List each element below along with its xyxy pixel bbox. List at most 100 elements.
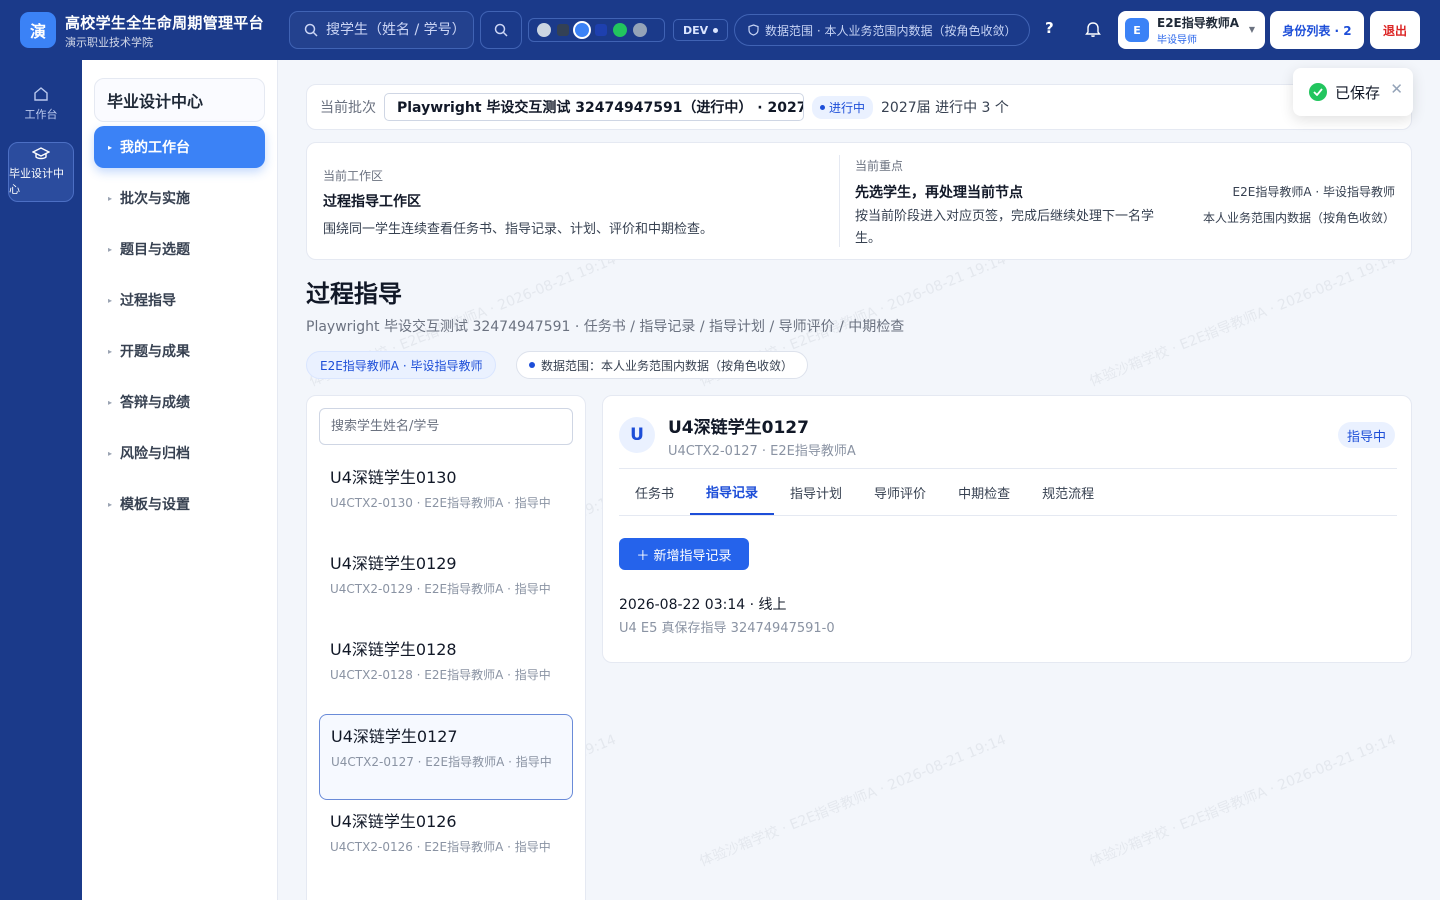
section-nav-title: 毕业设计中心 bbox=[94, 78, 265, 122]
toast-saved: 已保存 ✕ bbox=[1293, 68, 1413, 116]
student-name: U4深链学生0127 bbox=[331, 727, 458, 746]
top-bar: 演 高校学生全生命周期管理平台 演示职业技术学院 DEV 数据范围 · 本人业务… bbox=[0, 0, 1440, 60]
env-tag-label: DEV bbox=[683, 23, 709, 37]
shield-icon bbox=[748, 24, 759, 36]
student-search-input[interactable] bbox=[319, 408, 573, 445]
global-search-input[interactable] bbox=[326, 22, 456, 38]
toast-text: 已保存 bbox=[1335, 83, 1381, 102]
app-logo: 演 bbox=[20, 12, 56, 48]
watermark-text: 体验沙箱学校 · E2E指导教师A · 2026-08-21 19:14 bbox=[1087, 731, 1399, 870]
search-icon bbox=[304, 23, 318, 37]
user-role: 毕设导师 bbox=[1157, 35, 1197, 46]
nav-item-proposal[interactable]: ▸ 开题与成果 bbox=[94, 330, 265, 372]
batch-select[interactable]: Playwright 毕设交互测试 32474947591（进行中） · 202… bbox=[384, 93, 804, 121]
workspace-desc: 围绕同一学生连续查看任务书、指导记录、计划、评价和中期检查。 bbox=[323, 222, 714, 237]
batch-bar: 当前批次 Playwright 毕设交互测试 32474947591（进行中） … bbox=[306, 84, 1412, 130]
user-switcher[interactable]: E E2E指导教师A 毕设导师 ▼ bbox=[1118, 11, 1265, 49]
nav-item-label: 风险与归档 bbox=[120, 446, 191, 462]
graduation-cap-icon bbox=[32, 147, 50, 160]
tab-task-book[interactable]: 任务书 bbox=[619, 469, 690, 515]
status-badge-label: 进行中 bbox=[829, 100, 866, 115]
nav-item-topics[interactable]: ▸ 题目与选题 bbox=[94, 228, 265, 270]
env-tag: DEV bbox=[673, 19, 729, 41]
scope-chip: 数据范围：本人业务范围内数据（按角色收敛） bbox=[516, 351, 809, 379]
student-detail-name: U4深链学生0127 bbox=[668, 418, 809, 438]
theme-dot-selected[interactable] bbox=[575, 23, 589, 37]
nav-item-risk[interactable]: ▸ 风险与归档 bbox=[94, 432, 265, 474]
nav-item-my-workbench[interactable]: ▸ 我的工作台 bbox=[94, 126, 265, 168]
close-icon[interactable]: ✕ bbox=[1390, 80, 1403, 98]
batch-info: 2027届 进行中 3 个 bbox=[881, 100, 1009, 116]
tab-midterm-check[interactable]: 中期检查 bbox=[942, 469, 1026, 515]
add-guidance-record-button[interactable]: ＋ 新增指导记录 bbox=[619, 538, 749, 570]
home-icon bbox=[34, 87, 48, 101]
student-meta: U4CTX2-0130 · E2E指导教师A · 指导中 bbox=[330, 496, 551, 510]
student-list-panel: U4深链学生0130 U4CTX2-0130 · E2E指导教师A · 指导中 … bbox=[306, 395, 586, 900]
theme-dot[interactable] bbox=[537, 23, 551, 37]
tab-guidance-plan[interactable]: 指导计划 bbox=[774, 469, 858, 515]
caret-right-icon: ▸ bbox=[108, 499, 113, 509]
rail-item-workbench[interactable]: 工作台 bbox=[8, 74, 74, 134]
brand: 高校学生全生命周期管理平台 演示职业技术学院 bbox=[65, 12, 264, 50]
user-info: E2E指导教师A 毕设导师 bbox=[1157, 14, 1239, 46]
bell-icon[interactable] bbox=[1085, 20, 1101, 42]
focus-title: 先选学生，再处理当前节点 bbox=[855, 185, 1023, 201]
search-button[interactable] bbox=[480, 11, 522, 49]
user-name: E2E指导教师A bbox=[1157, 16, 1240, 30]
nav-item-templates[interactable]: ▸ 模板与设置 bbox=[94, 483, 265, 525]
nav-item-defense[interactable]: ▸ 答辩与成绩 bbox=[94, 381, 265, 423]
role-chip: E2E指导教师A · 毕设指导教师 bbox=[306, 351, 497, 379]
detail-tabs: 任务书 指导记录 指导计划 导师评价 中期检查 规范流程 bbox=[619, 468, 1397, 516]
student-list-item[interactable]: U4深链学生0126 U4CTX2-0126 · E2E指导教师A · 指导中 bbox=[319, 800, 573, 886]
theme-switcher[interactable] bbox=[528, 18, 665, 42]
avatar: E bbox=[1125, 18, 1149, 42]
theme-dot[interactable] bbox=[595, 24, 607, 36]
nav-item-batch[interactable]: ▸ 批次与实施 bbox=[94, 177, 265, 219]
avatar: U bbox=[619, 417, 655, 453]
scope-chip-label: 数据范围：本人业务范围内数据（按角色收敛） bbox=[541, 358, 794, 373]
caret-right-icon: ▸ bbox=[108, 346, 113, 356]
tab-advisor-evaluation[interactable]: 导师评价 bbox=[858, 469, 942, 515]
theme-dot[interactable] bbox=[557, 24, 569, 36]
caret-right-icon: ▸ bbox=[108, 244, 113, 254]
help-icon[interactable]: ? bbox=[1045, 19, 1054, 37]
student-name: U4深链学生0126 bbox=[330, 812, 457, 831]
app-subtitle: 演示职业技术学院 bbox=[65, 36, 153, 49]
caret-right-icon: ▸ bbox=[108, 295, 113, 305]
student-list-item[interactable]: U4深链学生0129 U4CTX2-0129 · E2E指导教师A · 指导中 bbox=[319, 542, 573, 628]
student-detail-panel: U U4深链学生0127 U4CTX2-0127 · E2E指导教师A 指导中 … bbox=[602, 395, 1412, 663]
student-detail-meta: U4CTX2-0127 · E2E指导教师A bbox=[668, 444, 856, 459]
nav-item-label: 我的工作台 bbox=[120, 140, 191, 156]
student-name: U4深链学生0128 bbox=[330, 640, 457, 659]
scope-dot bbox=[529, 362, 535, 368]
theme-dot[interactable] bbox=[613, 23, 627, 37]
record-title: 2026-08-22 03:14 · 线上 bbox=[619, 597, 787, 613]
app-title: 高校学生全生命周期管理平台 bbox=[65, 14, 264, 32]
theme-dot[interactable] bbox=[633, 23, 647, 37]
student-list-item-selected[interactable]: U4深链学生0127 U4CTX2-0127 · E2E指导教师A · 指导中 bbox=[319, 714, 573, 800]
student-name: U4深链学生0129 bbox=[330, 554, 457, 573]
focus-label: 当前重点 bbox=[855, 159, 904, 173]
caret-right-icon: ▸ bbox=[108, 397, 113, 407]
status-badge: 进行中 bbox=[812, 95, 874, 119]
tab-guidance-records[interactable]: 指导记录 bbox=[690, 469, 775, 515]
student-list-item[interactable]: U4深链学生0128 U4CTX2-0128 · E2E指导教师A · 指导中 bbox=[319, 628, 573, 714]
tab-process-standard[interactable]: 规范流程 bbox=[1026, 469, 1110, 515]
student-meta: U4CTX2-0129 · E2E指导教师A · 指导中 bbox=[330, 582, 551, 596]
rail-item-graduation-center[interactable]: 毕业设计中心 bbox=[8, 142, 74, 202]
logout-button[interactable]: 退出 bbox=[1370, 11, 1420, 49]
search-icon bbox=[494, 23, 508, 37]
chevron-down-icon: ▼ bbox=[1248, 25, 1255, 34]
focus-desc: 按当前阶段进入对应页签，完成后继续处理下一名学生。 bbox=[855, 209, 1155, 246]
nav-item-label: 批次与实施 bbox=[120, 191, 191, 207]
identity-list-button[interactable]: 身份列表 · 2 bbox=[1270, 11, 1364, 49]
student-list-item[interactable]: U4深链学生0130 U4CTX2-0130 · E2E指导教师A · 指导中 bbox=[319, 456, 573, 542]
student-meta: U4CTX2-0128 · E2E指导教师A · 指导中 bbox=[330, 668, 551, 682]
nav-item-label: 答辩与成绩 bbox=[120, 395, 191, 411]
nav-item-process[interactable]: ▸ 过程指导 bbox=[94, 279, 265, 321]
nav-item-label: 开题与成果 bbox=[120, 344, 191, 360]
app-rail: 工作台 毕业设计中心 bbox=[0, 60, 82, 900]
global-search[interactable] bbox=[289, 11, 474, 49]
caret-right-icon: ▸ bbox=[108, 142, 113, 152]
page-title: 过程指导 bbox=[306, 280, 402, 308]
